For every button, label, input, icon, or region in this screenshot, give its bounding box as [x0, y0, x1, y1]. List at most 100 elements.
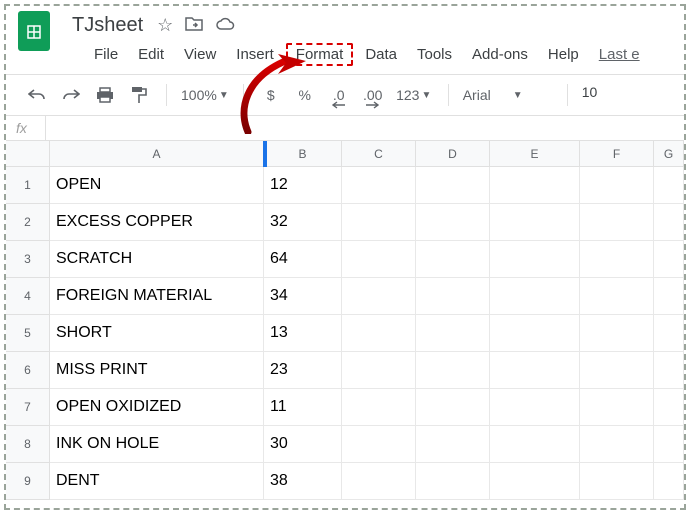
menu-file[interactable]: File: [86, 43, 126, 66]
move-icon[interactable]: [185, 16, 203, 35]
cell[interactable]: [580, 389, 654, 426]
cell[interactable]: [416, 315, 490, 352]
sheets-logo-icon[interactable]: [18, 11, 50, 51]
cell[interactable]: [490, 204, 580, 241]
cell[interactable]: 32: [264, 204, 342, 241]
cell[interactable]: [580, 278, 654, 315]
cell[interactable]: MISS PRINT: [50, 352, 264, 389]
cell[interactable]: EXCESS COPPER: [50, 204, 264, 241]
cell[interactable]: 11: [264, 389, 342, 426]
cell[interactable]: SCRATCH: [50, 241, 264, 278]
cell[interactable]: [654, 167, 684, 204]
cell[interactable]: [490, 352, 580, 389]
cell[interactable]: [490, 315, 580, 352]
menu-data[interactable]: Data: [357, 43, 405, 66]
cell[interactable]: [490, 426, 580, 463]
cell[interactable]: 30: [264, 426, 342, 463]
menu-edit[interactable]: Edit: [130, 43, 172, 66]
cell[interactable]: [580, 426, 654, 463]
cell[interactable]: [342, 167, 416, 204]
cell[interactable]: [342, 241, 416, 278]
col-header-E[interactable]: E: [490, 141, 580, 166]
cell[interactable]: [342, 463, 416, 500]
cell[interactable]: OPEN: [50, 167, 264, 204]
print-icon[interactable]: [92, 81, 118, 109]
cell[interactable]: [342, 352, 416, 389]
currency-button[interactable]: $: [258, 81, 284, 109]
menu-tools[interactable]: Tools: [409, 43, 460, 66]
row-header[interactable]: 8: [6, 426, 50, 463]
cell[interactable]: [416, 389, 490, 426]
font-select[interactable]: Arial ▼: [463, 87, 553, 103]
cell[interactable]: [490, 241, 580, 278]
cell[interactable]: DENT: [50, 463, 264, 500]
cell[interactable]: [654, 389, 684, 426]
cell[interactable]: 64: [264, 241, 342, 278]
cell[interactable]: [416, 352, 490, 389]
redo-icon[interactable]: [58, 81, 84, 109]
cell[interactable]: [654, 315, 684, 352]
cell[interactable]: [580, 204, 654, 241]
cell[interactable]: [490, 278, 580, 315]
menu-insert[interactable]: Insert: [228, 43, 282, 66]
cell[interactable]: 13: [264, 315, 342, 352]
row-header[interactable]: 2: [6, 204, 50, 241]
row-header[interactable]: 1: [6, 167, 50, 204]
cell[interactable]: [342, 426, 416, 463]
cell[interactable]: [342, 315, 416, 352]
cell[interactable]: 38: [264, 463, 342, 500]
percent-button[interactable]: %: [292, 81, 318, 109]
cell[interactable]: INK ON HOLE: [50, 426, 264, 463]
document-title[interactable]: TJsheet: [72, 14, 143, 37]
cell[interactable]: SHORT: [50, 315, 264, 352]
cell[interactable]: [580, 352, 654, 389]
decrease-decimal-button[interactable]: .0: [326, 81, 352, 109]
more-formats-button[interactable]: 123▼: [394, 81, 434, 109]
cell[interactable]: OPEN OXIDIZED: [50, 389, 264, 426]
cell[interactable]: [654, 352, 684, 389]
last-edit-link[interactable]: Last e: [599, 46, 640, 63]
cell[interactable]: [416, 167, 490, 204]
cell[interactable]: [490, 463, 580, 500]
cell[interactable]: [654, 278, 684, 315]
menu-addons[interactable]: Add-ons: [464, 43, 536, 66]
col-header-A[interactable]: A: [50, 141, 264, 166]
row-header[interactable]: 9: [6, 463, 50, 500]
cell[interactable]: 34: [264, 278, 342, 315]
increase-decimal-button[interactable]: .00: [360, 81, 386, 109]
cell[interactable]: [490, 167, 580, 204]
cell[interactable]: [416, 241, 490, 278]
cell[interactable]: [654, 426, 684, 463]
formula-input[interactable]: [46, 116, 684, 140]
cell[interactable]: [416, 463, 490, 500]
cell[interactable]: [580, 167, 654, 204]
col-header-G[interactable]: G: [654, 141, 684, 166]
col-header-D[interactable]: D: [416, 141, 490, 166]
paint-format-icon[interactable]: [126, 81, 152, 109]
cell[interactable]: [342, 389, 416, 426]
select-all-corner[interactable]: [6, 141, 50, 166]
cell[interactable]: [416, 278, 490, 315]
zoom-select[interactable]: 100% ▼: [181, 87, 229, 103]
row-header[interactable]: 5: [6, 315, 50, 352]
undo-icon[interactable]: [24, 81, 50, 109]
row-header[interactable]: 6: [6, 352, 50, 389]
cell[interactable]: [416, 426, 490, 463]
col-header-F[interactable]: F: [580, 141, 654, 166]
row-header[interactable]: 7: [6, 389, 50, 426]
cloud-status-icon[interactable]: [215, 16, 235, 34]
cell[interactable]: [342, 204, 416, 241]
font-size-input[interactable]: 10: [582, 84, 610, 106]
cell[interactable]: [654, 463, 684, 500]
cell[interactable]: [490, 389, 580, 426]
cell[interactable]: [342, 278, 416, 315]
cell[interactable]: FOREIGN MATERIAL: [50, 278, 264, 315]
cell[interactable]: 23: [264, 352, 342, 389]
row-header[interactable]: 4: [6, 278, 50, 315]
column-resize-indicator[interactable]: [263, 141, 267, 167]
row-header[interactable]: 3: [6, 241, 50, 278]
cell[interactable]: [580, 463, 654, 500]
cell[interactable]: [416, 204, 490, 241]
col-header-B[interactable]: B: [264, 141, 342, 166]
menu-format[interactable]: Format: [286, 43, 354, 66]
